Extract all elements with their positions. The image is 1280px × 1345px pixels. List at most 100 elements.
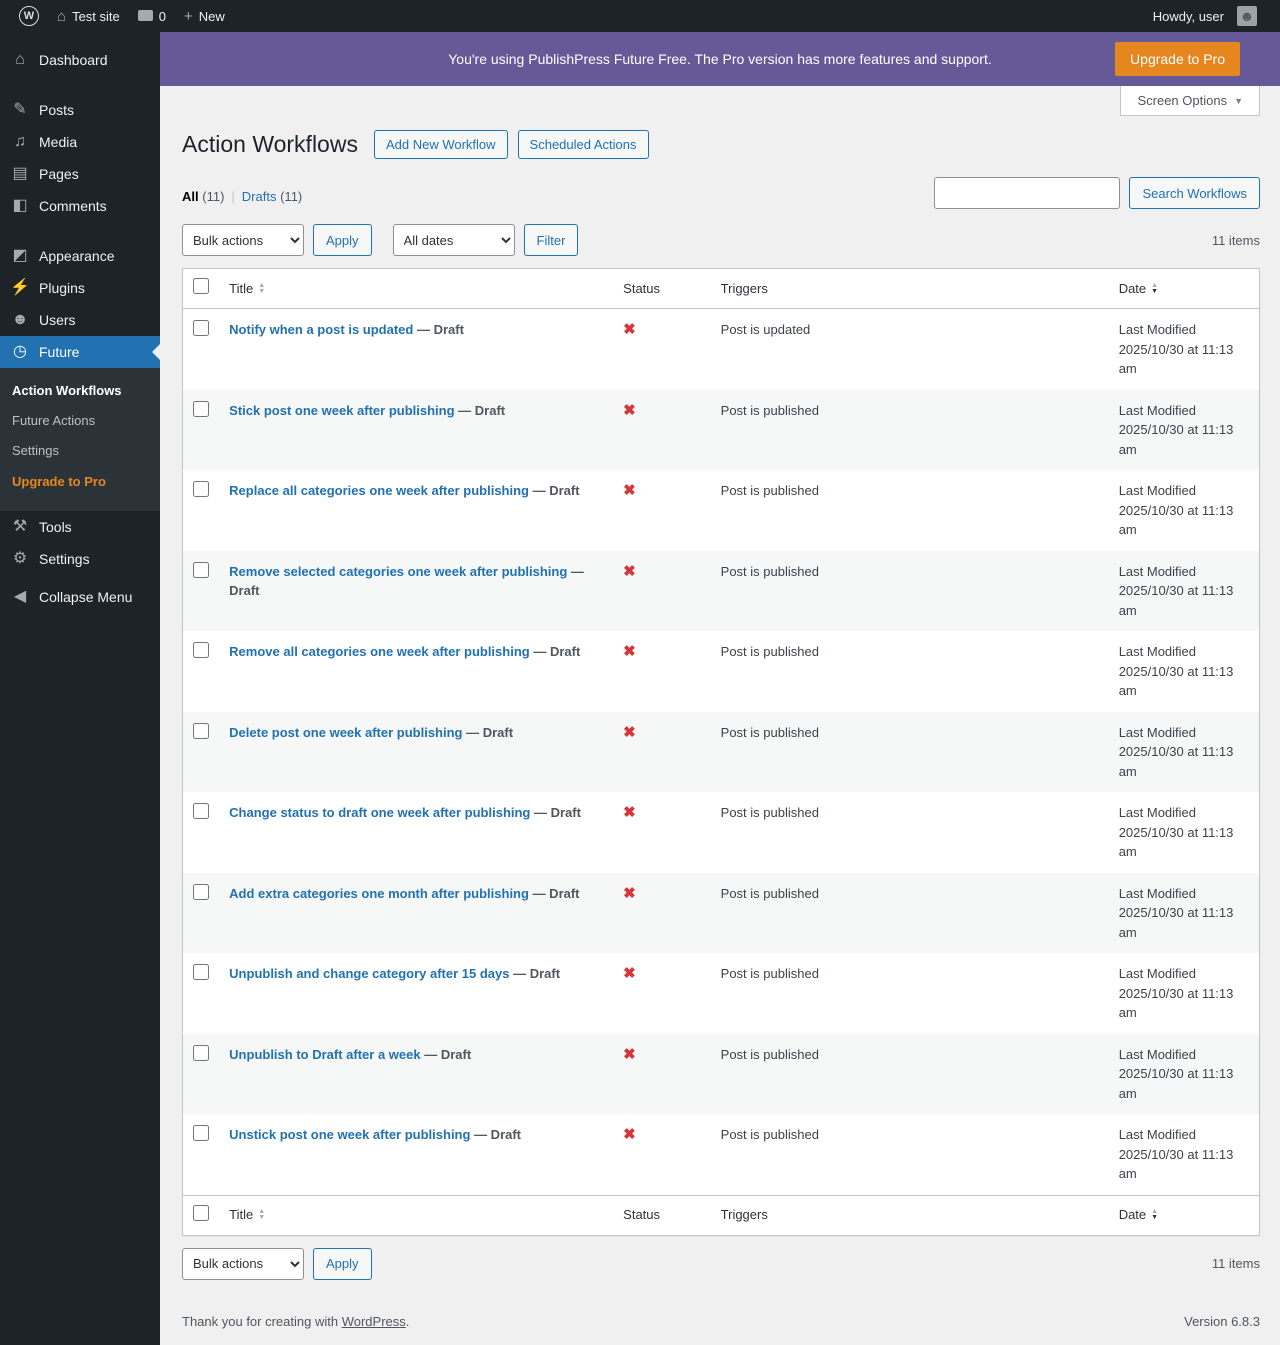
date-text: Last Modified 2025/10/30 at 11:13 am (1118, 1127, 1234, 1182)
row-checkbox[interactable] (193, 964, 209, 981)
trigger-text: Post is published (720, 805, 819, 821)
table-row: Remove all categories one week after pub… (183, 631, 1260, 712)
avatar: ☻ (1237, 6, 1257, 26)
pages-icon: ▤ (12, 165, 28, 182)
inactive-status-icon: ✖ (623, 884, 636, 902)
row-checkbox[interactable] (193, 400, 209, 417)
date-filter-select[interactable]: All dates (392, 224, 515, 256)
inactive-status-icon: ✖ (623, 723, 636, 741)
sidebar-item-future[interactable]: ◷ Future (0, 336, 160, 368)
admin-footer: Thank you for creating with WordPress. V… (160, 1280, 1280, 1345)
post-state: — Draft (466, 724, 514, 740)
search-workflows-button[interactable]: Search Workflows (1129, 177, 1260, 209)
new-label: New (198, 8, 225, 24)
scheduled-actions-button[interactable]: Scheduled Actions (517, 130, 649, 159)
add-new-workflow-button[interactable]: Add New Workflow (373, 130, 508, 159)
row-checkbox[interactable] (193, 803, 209, 820)
sidebar-item-posts[interactable]: ✎ Posts (0, 94, 160, 126)
submenu-item-future-actions[interactable]: Future Actions (0, 406, 160, 436)
dashboard-icon: ⌂ (15, 51, 25, 68)
menu-separator (0, 222, 160, 240)
inactive-status-icon: ✖ (623, 321, 636, 339)
screen-options-tab[interactable]: Screen Options ▼ (1120, 86, 1260, 116)
comments-bubble-icon (137, 9, 153, 21)
sort-desc-icon: ▼ (258, 1214, 266, 1222)
date-column-header: Date (1118, 1207, 1147, 1223)
view-all-link[interactable]: All (11) (182, 189, 224, 204)
inactive-status-icon: ✖ (623, 1126, 636, 1144)
sidebar-item-appearance[interactable]: ◩ Appearance (0, 240, 160, 272)
sort-by-title[interactable]: Title ▲ ▼ (229, 1206, 265, 1224)
workflow-title-link[interactable]: Unpublish and change category after 15 d… (229, 966, 509, 981)
bulk-actions-select[interactable]: Bulk actions (182, 1247, 304, 1280)
collapse-menu-button[interactable]: ◀ Collapse Menu (0, 581, 160, 613)
select-all-checkbox[interactable] (193, 1204, 209, 1221)
filter-button[interactable]: Filter (523, 224, 579, 256)
my-account-menu[interactable]: Howdy, user ☻ (1144, 0, 1266, 32)
view-drafts-link[interactable]: Drafts (11) (242, 189, 302, 204)
submenu-item-upgrade-to-pro[interactable]: Upgrade to Pro (0, 467, 160, 497)
sidebar-item-pages[interactable]: ▤ Pages (0, 158, 160, 190)
submenu-item-settings[interactable]: Settings (0, 436, 160, 466)
select-all-checkbox[interactable] (193, 278, 209, 294)
bulk-actions-select[interactable]: Bulk actions (182, 224, 304, 256)
post-state: — Draft (532, 483, 580, 499)
wordpress-link[interactable]: WordPress (342, 1314, 406, 1329)
sidebar-item-comments[interactable]: ◧ Comments (0, 190, 160, 222)
sidebar-item-settings[interactable]: ⚙ Settings (0, 543, 160, 575)
row-checkbox[interactable] (193, 1125, 209, 1142)
sort-by-title[interactable]: Title ▲ ▼ (229, 280, 265, 298)
workflow-title-link[interactable]: Unpublish to Draft after a week (229, 1047, 420, 1062)
sidebar-label: Plugins (39, 280, 85, 296)
sidebar-item-users[interactable]: ☻ Users (0, 304, 160, 336)
sidebar-item-media[interactable]: ♫ Media (0, 126, 160, 158)
admin-bar-comments[interactable]: 0 (129, 0, 175, 32)
sort-by-date[interactable]: Date ▲ ▼ (1119, 280, 1158, 298)
apply-button[interactable]: Apply (313, 1247, 372, 1280)
howdy-label: Howdy, user (1152, 8, 1224, 24)
sort-desc-icon: ▼ (258, 287, 266, 295)
row-checkbox[interactable] (193, 722, 209, 739)
wp-logo-menu[interactable]: W (10, 0, 48, 32)
workflow-title-link[interactable]: Stick post one week after publishing (229, 403, 454, 418)
workflow-title-link[interactable]: Remove selected categories one week afte… (229, 564, 567, 579)
workflow-title-link[interactable]: Unstick post one week after publishing (229, 1127, 470, 1142)
media-icon: ♫ (14, 133, 26, 150)
sidebar-item-plugins[interactable]: ⚡ Plugins (0, 272, 160, 304)
post-state: — Draft (532, 885, 580, 901)
row-checkbox[interactable] (193, 561, 209, 578)
sidebar-label: Settings (39, 550, 90, 567)
upgrade-to-pro-button[interactable]: Upgrade to Pro (1115, 42, 1240, 76)
view-drafts-count: (11) (280, 189, 303, 204)
row-checkbox[interactable] (193, 481, 209, 498)
inactive-status-icon: ✖ (623, 804, 636, 822)
row-checkbox[interactable] (193, 642, 209, 659)
items-count: 11 items (1211, 232, 1260, 248)
workflow-title-link[interactable]: Remove all categories one week after pub… (229, 644, 530, 659)
submenu-item-action-workflows[interactable]: Action Workflows (0, 376, 160, 406)
date-text: Last Modified 2025/10/30 at 11:13 am (1118, 483, 1234, 538)
view-all-count: (11) (202, 189, 225, 204)
sidebar-item-tools[interactable]: ⚒ Tools (0, 511, 160, 543)
apply-button[interactable]: Apply (313, 224, 372, 256)
row-checkbox[interactable] (193, 320, 209, 337)
trigger-text: Post is published (720, 402, 819, 418)
site-name-link[interactable]: ⌂ Test site (48, 0, 129, 32)
table-footer-row: Title ▲ ▼ Status Triggers Date ▲ ▼ (182, 1194, 1260, 1236)
sort-by-date[interactable]: Date ▲ ▼ (1119, 1206, 1158, 1224)
workflow-title-link[interactable]: Notify when a post is updated (229, 322, 413, 337)
admin-bar-new[interactable]: + New (175, 0, 234, 32)
workflow-title-link[interactable]: Add extra categories one month after pub… (229, 886, 529, 901)
workflow-title-link[interactable]: Delete post one week after publishing (229, 725, 462, 740)
row-checkbox[interactable] (193, 1044, 209, 1061)
sidebar-item-dashboard[interactable]: ⌂ Dashboard (0, 44, 160, 76)
page-title: Action Workflows (182, 131, 358, 157)
workflow-title-link[interactable]: Replace all categories one week after pu… (229, 483, 529, 498)
plus-icon: + (183, 7, 193, 25)
trigger-text: Post is published (720, 483, 819, 499)
workflow-title-link[interactable]: Change status to draft one week after pu… (229, 805, 530, 820)
search-input[interactable] (934, 177, 1121, 209)
row-checkbox[interactable] (193, 883, 209, 900)
table-header-row: Title ▲ ▼ Status Triggers Date ▲ ▼ (182, 268, 1260, 310)
sort-arrows-icon: ▲ ▼ (258, 1208, 266, 1222)
